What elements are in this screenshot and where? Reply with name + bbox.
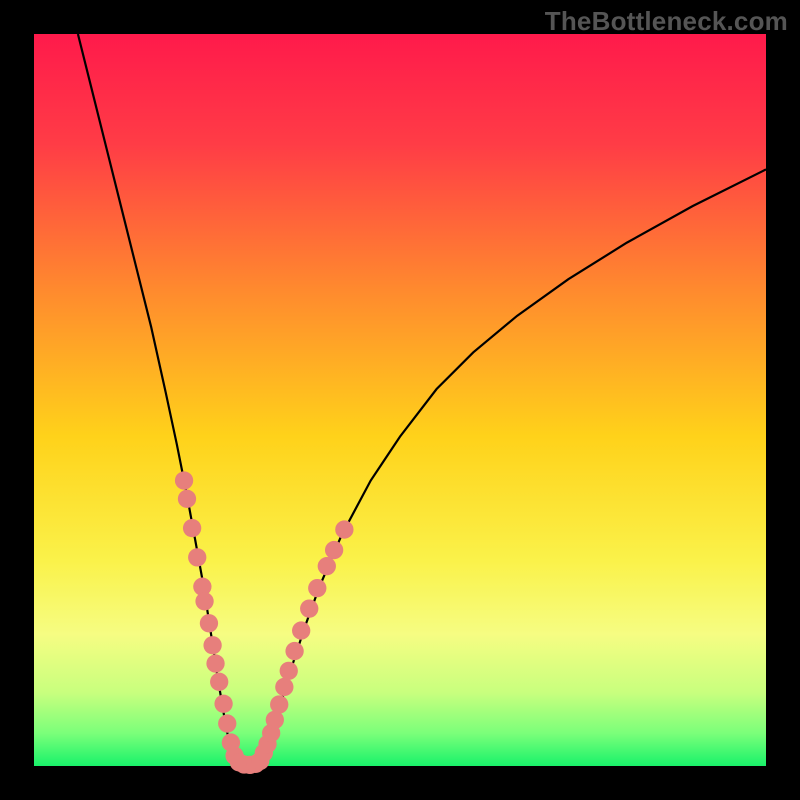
data-point (325, 541, 343, 559)
data-point (218, 714, 236, 732)
data-point (200, 614, 218, 632)
data-point (270, 695, 288, 713)
data-point (335, 520, 353, 538)
data-point (195, 592, 213, 610)
plot-area (34, 34, 766, 766)
watermark-text: TheBottleneck.com (545, 6, 788, 37)
data-point (285, 642, 303, 660)
data-point (178, 490, 196, 508)
data-point (280, 662, 298, 680)
data-point (183, 519, 201, 537)
chart-frame: TheBottleneck.com (0, 0, 800, 800)
data-point (210, 673, 228, 691)
bottleneck-curve (78, 34, 766, 766)
data-point (266, 711, 284, 729)
data-point (308, 579, 326, 597)
data-point (203, 636, 221, 654)
data-point (188, 548, 206, 566)
data-point (275, 678, 293, 696)
scatter-dots (175, 471, 354, 774)
data-point (206, 654, 224, 672)
data-point (318, 557, 336, 575)
curve-layer (34, 34, 766, 766)
data-point (214, 695, 232, 713)
data-point (175, 471, 193, 489)
data-point (300, 599, 318, 617)
data-point (292, 621, 310, 639)
